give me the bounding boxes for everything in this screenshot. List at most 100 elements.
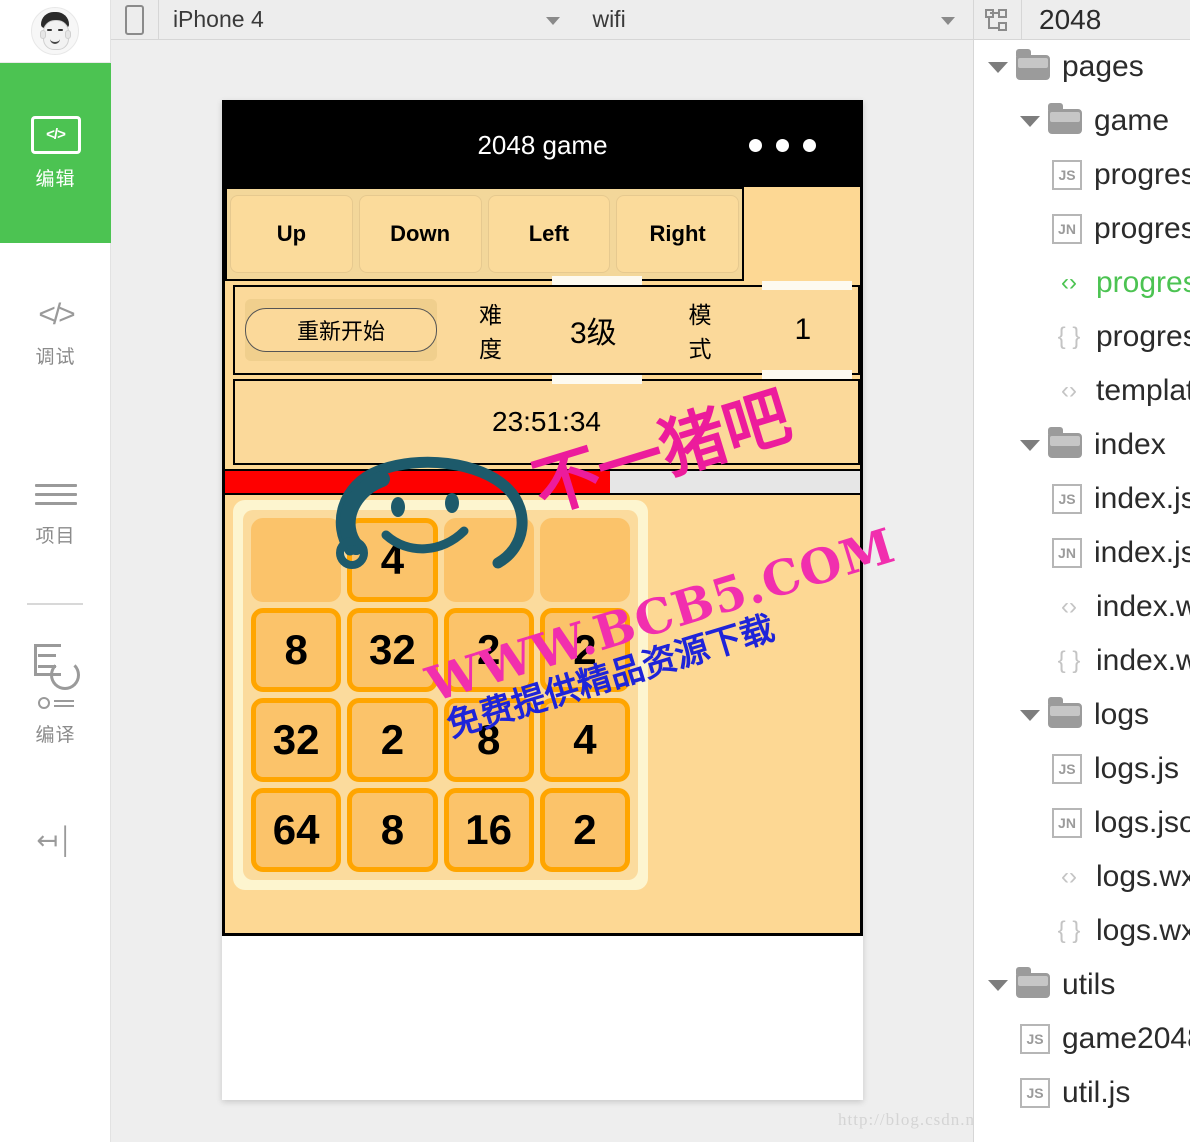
tree-row-logs-wxml[interactable]: ‹› logs.wxml [974,850,1190,904]
game-board[interactable]: 4 8 32 2 2 32 2 8 4 64 8 16 2 [243,510,638,880]
difficulty-value-wrap: 3级 [538,276,648,384]
board-tile: 2 [539,608,630,692]
phone-icon [124,4,144,35]
board-tile: 32 [251,698,342,782]
device-select[interactable]: iPhone 4 [159,0,579,39]
chevron-down-icon[interactable] [988,61,1008,73]
picker-bar-top [552,276,643,285]
tree-row-logs[interactable]: logs [974,688,1190,742]
sidebar-item-project-label: 项目 [35,526,76,547]
avatar-ear-right [65,30,71,39]
tree-row-label: logs.wxss [1096,914,1190,947]
difficulty-picker[interactable]: 难度 3级 [479,276,649,384]
tree-row-index-js[interactable]: JS index.js [974,472,1190,526]
button-left[interactable]: Left [487,195,611,273]
folder-icon [1048,102,1082,134]
board-tile: 8 [443,698,534,782]
network-select[interactable]: wifi [578,0,973,39]
sidebar-item-debug[interactable]: </> 调试 [0,243,111,423]
chevron-down-icon[interactable] [1020,439,1040,451]
sidebar-item-project[interactable]: 项目 [0,423,111,603]
board-tile: 16 [443,788,534,872]
sidebar-item-edit[interactable]: </> 编辑 [0,63,111,243]
chevron-down-icon[interactable] [1020,115,1040,127]
wxml-file-icon: ‹› [1061,593,1077,620]
folder-icon [1016,48,1050,80]
avatar-cell[interactable] [0,0,110,63]
tree-row-label: template.wxml [1096,374,1190,407]
restart-button-wrap: 重新开始 [245,299,437,361]
tree-row-logs-js[interactable]: JS logs.js [974,742,1190,796]
mode-value: 1 [794,313,812,346]
chevron-down-icon[interactable] [1020,709,1040,721]
hamburger-icon [34,478,77,511]
board-tile: 8 [347,788,438,872]
button-up[interactable]: Up [230,195,353,273]
tree-row-template-wxml[interactable]: ‹› template.wxml [974,364,1190,418]
game-board-outer: 4 8 32 2 2 32 2 8 4 64 8 16 2 [233,500,648,890]
board-tile-empty [443,518,534,602]
tree-row-progress-js[interactable]: JS progress.js [974,148,1190,202]
phone-screen-blank-area [222,936,863,1100]
board-tile: 2 [443,608,534,692]
controls-bar: 重新开始 难度 3级 模式 1 [233,276,860,384]
tree-row-progress-json[interactable]: JN progress.json [974,202,1190,256]
compile-icon [30,643,82,692]
progress-bar [225,469,860,495]
tree-row-label: pages [1062,50,1144,83]
tree-row-util-js[interactable]: JS util.js [974,1066,1190,1120]
tree-row-pages[interactable]: pages [974,40,1190,94]
json-file-icon: JN [1052,808,1082,838]
tree-row-game[interactable]: game [974,94,1190,148]
difficulty-label: 难度 [479,302,502,362]
tree-row-game2048-js[interactable]: JS game2048.js [974,1012,1190,1066]
wxss-file-icon: { } [1057,917,1081,944]
tree-row-label: game [1094,104,1170,137]
tree-row-label: logs.json [1094,806,1190,839]
chevron-down-icon[interactable] [988,979,1008,991]
button-down[interactable]: Down [358,195,482,273]
mode-value-wrap: 1 [748,281,858,379]
picker-bar-bottom [761,370,852,379]
tree-view-button[interactable] [974,0,1022,39]
tree-row-label: utils [1062,968,1116,1001]
tree-row-label: index.json [1094,536,1190,569]
phone-frame: 2048 game Up Down Left Right 重新开始 难度 3级 [222,100,863,1100]
sidebar-item-compile[interactable]: 编译 [0,605,111,785]
sidebar-item-debug-label: 调试 [35,346,76,368]
device-icon-cell[interactable] [111,0,159,39]
tree-row-label: game2048.js [1062,1022,1190,1055]
board-tile: 32 [347,608,438,692]
project-name: 2048 [1039,3,1102,35]
tree-row-index[interactable]: index [974,418,1190,472]
sidebar-collapse-button[interactable]: ↤│ [0,785,111,895]
tree-row-index-wxml[interactable]: ‹› index.wxml [974,580,1190,634]
tree-row-label: progress.json [1094,212,1190,245]
avatar-eye-right [58,29,63,31]
tree-row-label: progress.wxml [1096,266,1190,299]
mode-label: 模式 [688,302,712,362]
restart-button[interactable]: 重新开始 [245,308,437,352]
board-tile: 8 [251,608,342,692]
tree-row-index-json[interactable]: JN index.json [974,526,1190,580]
phone-screen: 2048 game Up Down Left Right 重新开始 难度 3级 [222,100,863,936]
sidebar-item-edit-label: 编辑 [35,168,76,190]
tree-row-label: logs [1094,698,1150,731]
difficulty-value: 3级 [569,317,617,350]
tree-row-logs-wxss[interactable]: { } logs.wxss [974,904,1190,958]
progress-bar-fill [225,471,610,493]
more-dots-icon[interactable] [749,139,816,152]
tree-row-label: logs.js [1094,752,1180,785]
tree-row-progress-wxss[interactable]: { } progress.wxss [974,310,1190,364]
timer-bar: 23:51:34 [233,379,860,465]
avatar[interactable] [31,7,79,55]
js-file-icon: JS [1020,1024,1050,1054]
tree-row-progress-wxml[interactable]: ‹› progress.wxml [974,256,1190,310]
button-right[interactable]: Right [616,195,739,273]
tree-row-logs-json[interactable]: JN logs.json [974,796,1190,850]
mode-picker[interactable]: 模式 1 [688,281,859,379]
board-tile: 4 [347,518,438,602]
tree-row-index-wxss[interactable]: { } index.wxss [974,634,1190,688]
tree-row-utils[interactable]: utils [974,958,1190,1012]
board-tile: 64 [251,788,342,872]
